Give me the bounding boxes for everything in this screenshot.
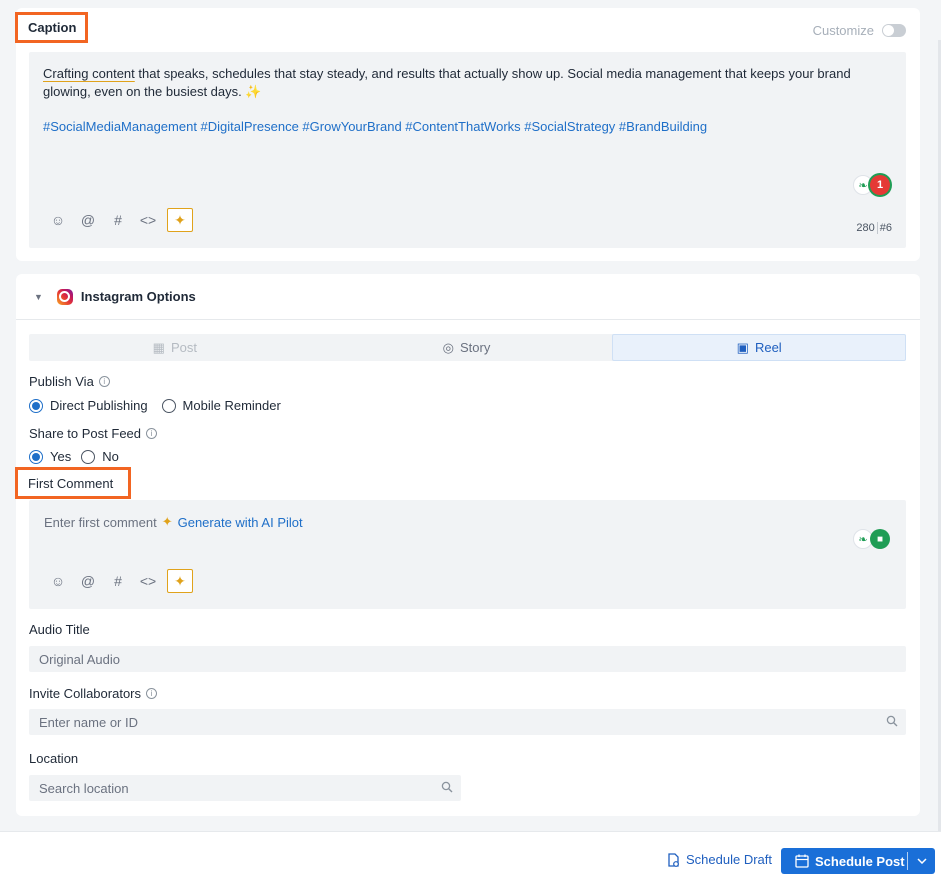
caption-title: Caption — [15, 12, 88, 43]
grammar-badge[interactable]: ❧ 1 — [853, 175, 890, 195]
first-comment-placeholder[interactable]: Enter first comment ✦ Generate with AI P… — [44, 514, 303, 530]
radio-yes[interactable]: Yes — [29, 449, 71, 464]
hashtag-icon[interactable]: # — [103, 208, 133, 232]
bottom-action-bar: Schedule Draft Schedule Post — [0, 831, 941, 881]
char-count: 280 — [856, 221, 875, 234]
radio-mobile-reminder[interactable]: Mobile Reminder — [161, 398, 281, 413]
radio-button[interactable] — [161, 398, 176, 413]
instagram-options-header[interactable]: ▼ Instagram Options — [16, 274, 920, 320]
caption-editor[interactable]: Crafting content that speaks, schedules … — [29, 52, 906, 248]
story-icon: ◎ — [442, 339, 454, 355]
collapse-caret-icon[interactable]: ▼ — [34, 292, 43, 302]
radio-label: Direct Publishing — [50, 398, 148, 413]
caption-text-underlined: Crafting content — [43, 66, 135, 81]
code-icon[interactable]: <> — [133, 208, 163, 232]
radio-button[interactable] — [81, 449, 96, 464]
collaborators-label: Invite Collaborators i — [29, 686, 157, 701]
generate-ai-link[interactable]: Generate with AI Pilot — [178, 515, 303, 530]
sparkle-icon: ✦ — [161, 514, 173, 529]
share-to-feed-label: Share to Post Feed i — [29, 426, 158, 441]
chevron-down-icon — [916, 858, 927, 864]
location-placeholder: Search location — [39, 780, 129, 796]
schedule-post-label: Schedule Post — [815, 853, 905, 869]
instagram-options-card: ▼ Instagram Options ▦ Post ◎ Story ▣ Ree… — [15, 274, 920, 816]
radio-no[interactable]: No — [81, 449, 119, 464]
first-comment-editor[interactable]: Enter first comment ✦ Generate with AI P… — [29, 500, 906, 609]
audio-title-label: Audio Title — [29, 622, 90, 637]
info-icon[interactable]: i — [146, 428, 158, 439]
collaborators-placeholder: Enter name or ID — [39, 714, 138, 730]
share-to-feed-options: Yes No — [29, 449, 133, 464]
radio-label: Mobile Reminder — [182, 398, 281, 413]
radio-label: No — [102, 449, 119, 464]
assist-badge[interactable]: ❧ ■ — [853, 529, 890, 549]
instagram-options-title: Instagram Options — [80, 289, 196, 304]
location-label: Location — [29, 751, 79, 766]
search-icon[interactable] — [441, 781, 453, 793]
tab-post[interactable]: ▦ Post — [29, 334, 321, 361]
toggle-switch[interactable] — [882, 24, 906, 37]
radio-direct-publishing[interactable]: Direct Publishing — [29, 398, 148, 413]
schedule-post-button[interactable]: Schedule Post — [781, 848, 935, 874]
schedule-draft-label: Schedule Draft — [686, 852, 772, 867]
bot-icon: ■ — [870, 529, 890, 549]
hashtag-icon[interactable]: # — [103, 569, 133, 593]
draft-icon — [668, 852, 679, 867]
caption-text[interactable]: Crafting content that speaks, schedules … — [43, 65, 893, 101]
radio-label: Yes — [50, 449, 72, 464]
tab-reel-label: Reel — [754, 340, 782, 355]
caption-toolbar: ☺ @ # <> ✦ — [43, 208, 193, 232]
info-icon[interactable]: i — [98, 376, 110, 387]
radio-button-selected[interactable] — [29, 398, 43, 413]
grid-icon: ▦ — [152, 339, 165, 355]
caption-card: Caption Customize Crafting content that … — [15, 8, 920, 261]
caption-hashtags: #SocialMediaManagement #DigitalPresence … — [43, 119, 708, 134]
search-icon[interactable] — [886, 715, 898, 727]
customize-label: Customize — [812, 23, 874, 38]
radio-button-selected[interactable] — [29, 449, 43, 464]
caption-text-rest: that speaks, schedules that stay steady,… — [43, 66, 851, 99]
location-input[interactable]: Search location — [29, 775, 461, 801]
publish-via-text: Publish Via — [29, 374, 94, 389]
publish-via-options: Direct Publishing Mobile Reminder — [29, 398, 295, 413]
post-type-tabs: ▦ Post ◎ Story ▣ Reel — [29, 334, 907, 361]
code-icon[interactable]: <> — [133, 569, 163, 593]
audio-title-input[interactable]: Original Audio — [29, 646, 906, 672]
comment-toolbar: ☺ @ # <> ✦ — [43, 569, 193, 593]
tab-story-label: Story — [460, 340, 491, 355]
mention-icon[interactable]: @ — [73, 208, 103, 232]
reel-icon: ▣ — [736, 339, 749, 355]
mention-icon[interactable]: @ — [73, 569, 103, 593]
publish-via-label: Publish Via i — [29, 374, 110, 389]
instagram-icon — [56, 288, 73, 305]
tab-story[interactable]: ◎ Story — [321, 334, 613, 361]
tab-post-label: Post — [170, 340, 197, 355]
collaborators-input[interactable]: Enter name or ID — [29, 709, 906, 735]
customize-toggle[interactable]: Customize — [813, 23, 906, 38]
schedule-post-main[interactable]: Schedule Post — [781, 848, 907, 874]
ai-sparkle-icon[interactable]: ✦ — [167, 569, 193, 593]
issue-count-badge: 1 — [870, 175, 890, 195]
emoji-icon[interactable]: ☺ — [43, 569, 73, 593]
tab-reel[interactable]: ▣ Reel — [612, 334, 907, 361]
first-comment-title: First Comment — [15, 467, 131, 499]
calendar-icon — [795, 854, 809, 868]
collaborators-text: Invite Collaborators — [29, 686, 141, 701]
emoji-icon[interactable]: ☺ — [43, 208, 73, 232]
ai-sparkle-icon[interactable]: ✦ — [167, 208, 193, 232]
hashtag-count: #6 — [879, 221, 892, 234]
share-to-feed-text: Share to Post Feed — [29, 426, 142, 441]
info-icon[interactable]: i — [146, 688, 157, 699]
character-counter: 280 #6 — [856, 222, 892, 234]
placeholder-text: Enter first comment — [44, 514, 157, 530]
schedule-post-dropdown[interactable] — [908, 858, 935, 864]
schedule-draft-button[interactable]: Schedule Draft — [667, 852, 772, 867]
